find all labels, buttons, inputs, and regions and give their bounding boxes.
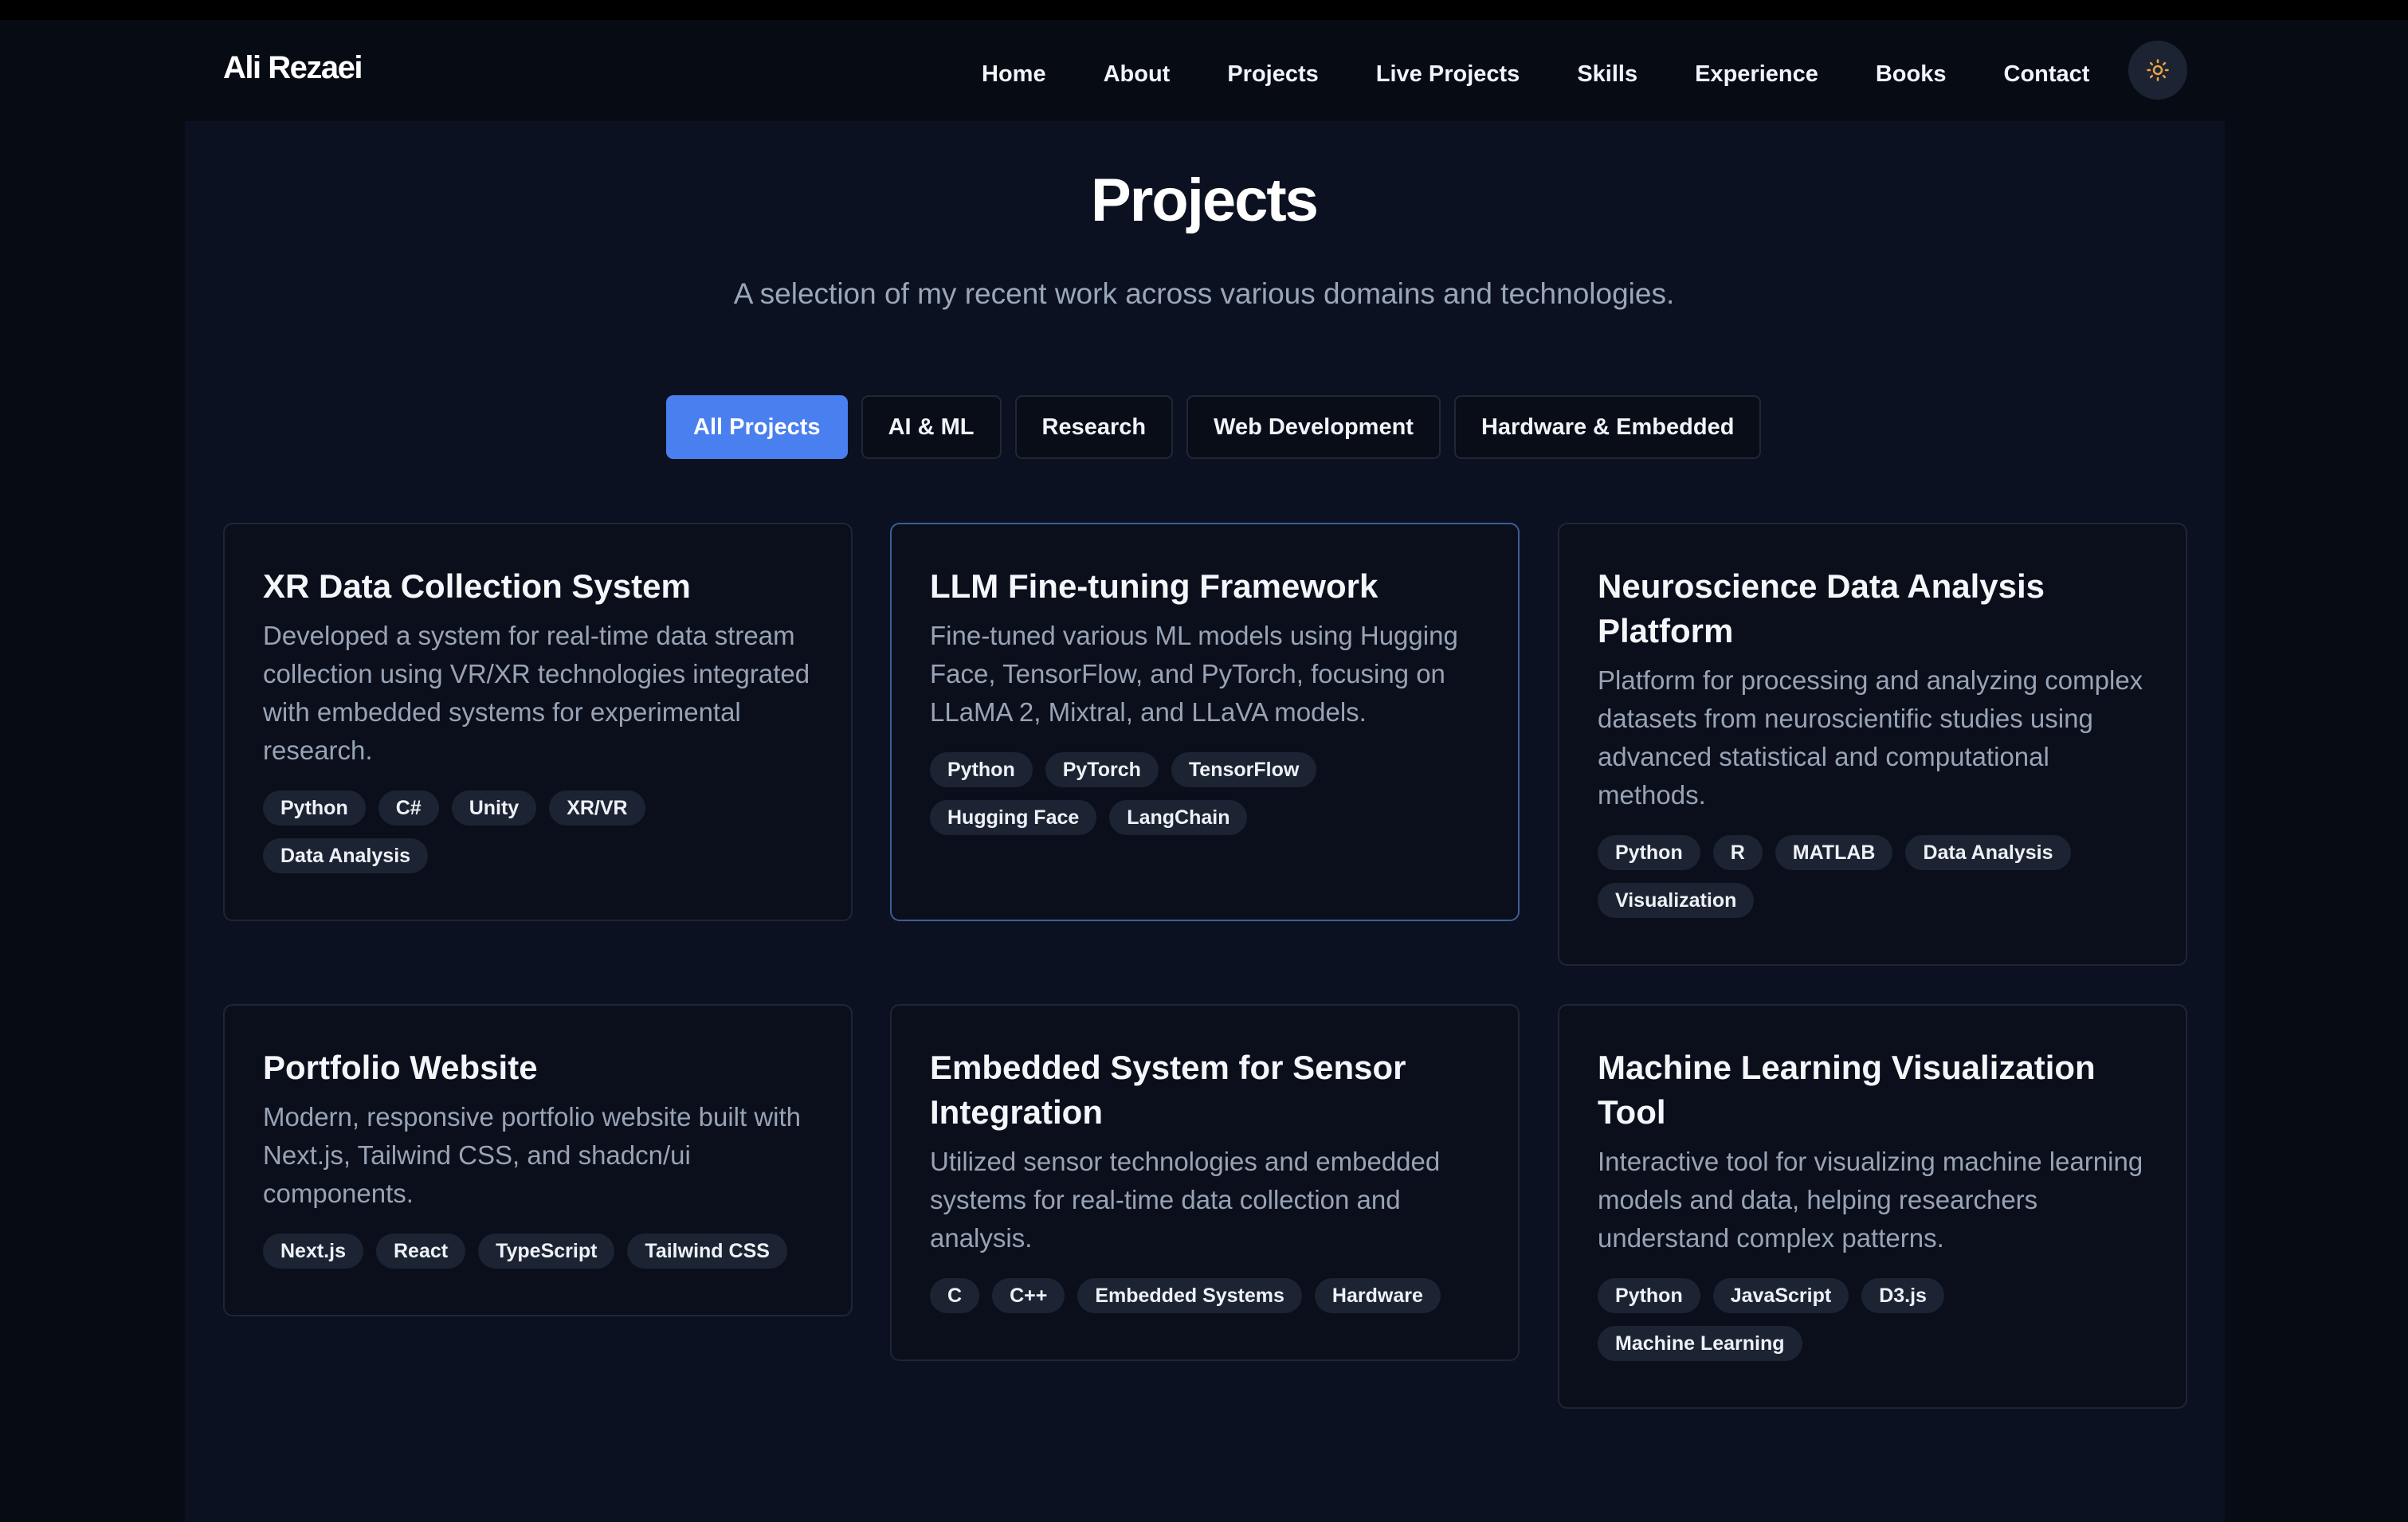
tech-tag: D3.js xyxy=(1861,1278,1944,1313)
project-description: Utilized sensor technologies and embedde… xyxy=(930,1147,1441,1253)
filter-ai-ml[interactable]: AI & ML xyxy=(861,395,1002,459)
tech-tag: Data Analysis xyxy=(263,838,429,873)
project-tags: Python JavaScript D3.js Machine Learning xyxy=(1598,1278,2147,1374)
tech-tag: TypeScript xyxy=(478,1234,615,1269)
project-description: Modern, responsive portfolio website bui… xyxy=(263,1102,802,1208)
project-tags: Python R MATLAB Data Analysis Visualizat… xyxy=(1598,835,2147,931)
nav-link-contact[interactable]: Contact xyxy=(2004,57,2090,92)
project-card[interactable]: Machine Learning Visualization Tool Inte… xyxy=(1558,1004,2187,1409)
tech-tag: JavaScript xyxy=(1712,1278,1849,1313)
nav-link-live-projects[interactable]: Live Projects xyxy=(1376,57,1520,92)
tech-tag: C xyxy=(930,1278,980,1313)
project-title: XR Data Collection System xyxy=(263,567,691,605)
project-card[interactable]: Portfolio Website Modern, responsive por… xyxy=(223,1004,853,1316)
tech-tag: MATLAB xyxy=(1775,835,1893,870)
project-card[interactable]: Embedded System for Sensor Integration U… xyxy=(890,1004,1520,1361)
page-title: Projects xyxy=(1091,167,1319,234)
site-header: Ali Rezaei Home About Projects Live Proj… xyxy=(0,20,2408,121)
site-logo[interactable]: Ali Rezaei xyxy=(223,50,363,86)
project-card[interactable]: Neuroscience Data Analysis Platform Plat… xyxy=(1558,523,2187,966)
tech-tag: Machine Learning xyxy=(1598,1326,1802,1361)
project-description: Platform for processing and analyzing co… xyxy=(1598,665,2143,810)
main-nav: Home About Projects Live Projects Skills… xyxy=(982,57,2089,92)
project-tags: C C++ Embedded Systems Hardware xyxy=(930,1278,1480,1326)
tech-tag: Visualization xyxy=(1598,883,1755,918)
tech-tag: Hugging Face xyxy=(930,800,1097,835)
nav-link-skills[interactable]: Skills xyxy=(1577,57,1637,92)
filter-all-projects[interactable]: All Projects xyxy=(666,395,848,459)
page-subtitle: A selection of my recent work across var… xyxy=(733,277,1675,310)
filter-research[interactable]: Research xyxy=(1014,395,1174,459)
tech-tag: Python xyxy=(263,790,366,826)
project-filters: All Projects AI & ML Research Web Develo… xyxy=(666,395,1762,459)
project-description: Fine-tuned various ML models using Huggi… xyxy=(930,621,1458,727)
filter-hardware-embedded[interactable]: Hardware & Embedded xyxy=(1453,395,1762,459)
tech-tag: LangChain xyxy=(1109,800,1248,835)
tech-tag: C# xyxy=(378,790,439,826)
tech-tag: Tailwind CSS xyxy=(627,1234,787,1269)
tech-tag: PyTorch xyxy=(1045,752,1159,787)
nav-link-projects[interactable]: Projects xyxy=(1227,57,1318,92)
project-title: LLM Fine-tuning Framework xyxy=(930,567,1379,605)
project-tags: Next.js React TypeScript Tailwind CSS xyxy=(263,1234,813,1281)
tech-tag: Data Analysis xyxy=(1905,835,2071,870)
tech-tag: C++ xyxy=(992,1278,1065,1313)
tech-tag: Python xyxy=(1598,835,1700,870)
nav-link-about[interactable]: About xyxy=(1104,57,1171,92)
project-card[interactable]: LLM Fine-tuning Framework Fine-tuned var… xyxy=(890,523,1520,921)
project-tags: Python C# Unity XR/VR Data Analysis xyxy=(263,790,813,886)
project-description: Developed a system for real-time data st… xyxy=(263,621,810,765)
project-title: Portfolio Website xyxy=(263,1049,538,1086)
sun-icon xyxy=(2147,59,2169,81)
tech-tag: React xyxy=(375,1234,466,1269)
nav-link-home[interactable]: Home xyxy=(982,57,1046,92)
nav-link-experience[interactable]: Experience xyxy=(1695,57,1818,92)
project-title: Machine Learning Visualization Tool xyxy=(1598,1049,2096,1131)
tech-tag: Python xyxy=(1598,1278,1700,1313)
tech-tag: R xyxy=(1712,835,1763,870)
tech-tag: TensorFlow xyxy=(1171,752,1317,787)
tech-tag: XR/VR xyxy=(549,790,645,826)
theme-toggle-button[interactable] xyxy=(2128,41,2187,100)
tech-tag: Unity xyxy=(451,790,537,826)
tech-tag: Next.js xyxy=(263,1234,363,1269)
project-card[interactable]: XR Data Collection System Developed a sy… xyxy=(223,523,853,921)
project-title: Embedded System for Sensor Integration xyxy=(930,1049,1406,1131)
project-description: Interactive tool for visualizing machine… xyxy=(1598,1147,2143,1253)
project-title: Neuroscience Data Analysis Platform xyxy=(1598,567,2045,649)
nav-link-books[interactable]: Books xyxy=(1876,57,1947,92)
project-tags: Python PyTorch TensorFlow Hugging Face L… xyxy=(930,752,1480,848)
tech-tag: Embedded Systems xyxy=(1077,1278,1302,1313)
tech-tag: Hardware xyxy=(1314,1278,1441,1313)
tech-tag: Python xyxy=(930,752,1033,787)
filter-web-development[interactable]: Web Development xyxy=(1186,395,1441,459)
top-strip xyxy=(0,0,2408,20)
